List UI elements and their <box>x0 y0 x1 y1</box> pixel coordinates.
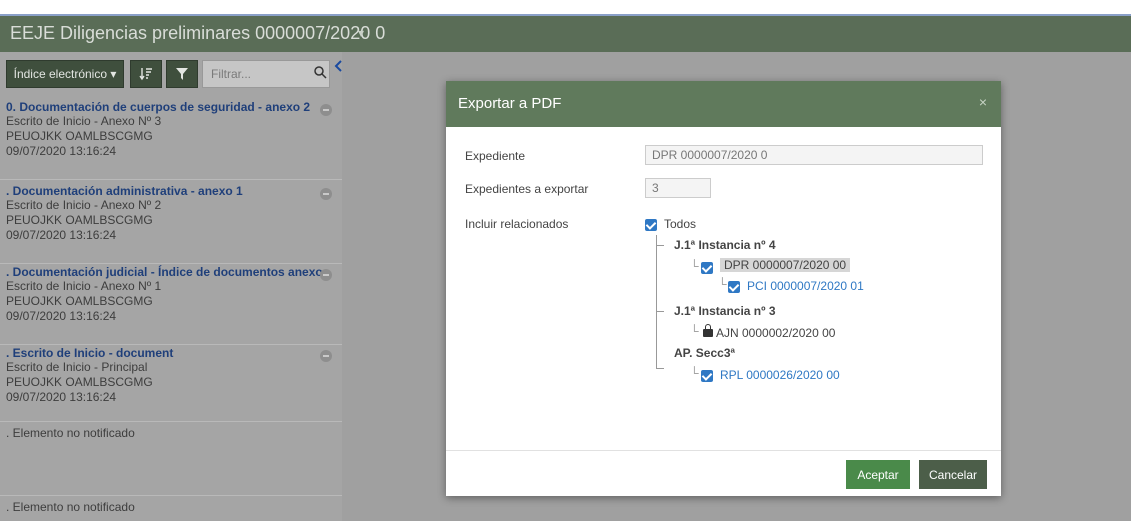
pci-checkbox[interactable] <box>728 281 740 293</box>
document-subtitle: Escrito de Inicio - Anexo Nº 1 <box>6 279 162 293</box>
search-icon[interactable] <box>314 66 327 79</box>
remove-icon[interactable] <box>320 269 332 281</box>
document-title: . Documentación judicial - Índice de doc… <box>6 265 330 279</box>
close-icon[interactable]: × <box>979 94 987 110</box>
all-label: Todos <box>664 217 697 231</box>
export-pdf-dialog: Exportar a PDF × Expediente DPR 0000007/… <box>446 81 1001 496</box>
document-date: 09/07/2020 13:16:24 <box>6 228 117 242</box>
remove-icon[interactable] <box>320 188 332 200</box>
document-date: 09/07/2020 13:16:24 <box>6 144 117 158</box>
document-subtitle: Escrito de Inicio - Principal <box>6 360 148 374</box>
rpl-checkbox[interactable] <box>701 370 713 382</box>
filter-icon <box>176 68 188 80</box>
tree-branch: └ <box>690 324 699 338</box>
chevron-left-icon[interactable] <box>334 60 342 72</box>
tree-branch: └ <box>718 277 727 291</box>
document-subtitle: Escrito de Inicio - Anexo Nº 2 <box>6 198 162 212</box>
document-item[interactable]: . Documentación judicial - Índice de doc… <box>0 265 342 345</box>
tree-connector <box>656 368 664 369</box>
document-status: . Elemento no notificado <box>6 500 135 514</box>
tree-connector <box>656 235 657 369</box>
document-author: PEUOJKK OAMLBSCGMG <box>6 213 153 227</box>
accept-button[interactable]: Aceptar <box>846 460 910 489</box>
remove-icon[interactable] <box>320 104 332 116</box>
dpr-checkbox[interactable] <box>701 262 713 274</box>
case-node-dpr[interactable]: DPR 0000007/2020 00 <box>720 258 851 272</box>
all-checkbox[interactable] <box>645 219 657 231</box>
document-item[interactable]: . Escrito de Inicio - document Escrito d… <box>0 346 342 422</box>
dialog-title: Exportar a PDF <box>458 95 562 112</box>
case-node-ajn: AJN 0000002/2020 00 <box>716 326 836 340</box>
document-author: PEUOJKK OAMLBSCGMG <box>6 375 153 389</box>
case-node-rpl[interactable]: RPL 0000026/2020 00 <box>720 368 840 382</box>
document-date: 09/07/2020 13:16:24 <box>6 309 117 323</box>
tree-branch: └ <box>690 366 699 380</box>
document-index-panel: Índice electrónico ▾ Filtrar... 0. Docum… <box>0 52 342 521</box>
document-item[interactable]: 0. Documentación de cuerpos de seguridad… <box>0 100 342 180</box>
export-count-field: 3 <box>645 178 711 198</box>
case-node-pci[interactable]: PCI 0000007/2020 01 <box>747 279 864 293</box>
lock-icon <box>703 324 713 337</box>
court-node: J.1ª Instancia nº 4 <box>674 238 776 252</box>
expediente-field: DPR 0000007/2020 0 <box>645 145 983 165</box>
electronic-index-button[interactable]: Índice electrónico ▾ <box>6 60 124 88</box>
court-node: J.1ª Instancia nº 3 <box>674 304 776 318</box>
tree-connector <box>656 245 664 246</box>
dialog-footer: Aceptar Cancelar <box>446 451 1001 496</box>
document-item[interactable]: . Documentación administrativa - anexo 1… <box>0 184 342 264</box>
title-bar: EEJE Diligencias preliminares 0000007/20… <box>0 14 1131 52</box>
sort-icon <box>139 68 152 81</box>
document-date: 09/07/2020 13:16:24 <box>6 390 117 404</box>
document-title: 0. Documentación de cuerpos de seguridad… <box>6 100 311 114</box>
court-node: AP. Secc3ª <box>674 346 735 360</box>
page-title: EEJE Diligencias preliminares 0000007/20… <box>10 23 386 43</box>
expediente-label: Expediente <box>465 149 526 163</box>
include-related-label: Incluir relacionados <box>465 217 569 231</box>
document-author: PEUOJKK OAMLBSCGMG <box>6 294 153 308</box>
document-subtitle: Escrito de Inicio - Anexo Nº 3 <box>6 114 162 128</box>
tree-connector <box>656 311 664 312</box>
filter-input[interactable]: Filtrar... <box>202 60 330 88</box>
tree-branch: └ <box>690 259 699 273</box>
filter-button[interactable] <box>166 60 198 88</box>
cancel-button[interactable]: Cancelar <box>919 460 987 489</box>
document-item[interactable]: . Elemento no notificado <box>0 500 342 521</box>
remove-icon[interactable] <box>320 350 332 362</box>
dialog-body: Expediente DPR 0000007/2020 0 Expediente… <box>446 127 1001 451</box>
export-count-label: Expedientes a exportar <box>465 182 589 196</box>
document-author: PEUOJKK OAMLBSCGMG <box>6 129 153 143</box>
document-status: . Elemento no notificado <box>6 426 135 440</box>
document-title: . Escrito de Inicio - document <box>6 346 174 360</box>
document-item[interactable]: . Elemento no notificado <box>0 426 342 496</box>
title-dropdown-icon[interactable]: ▾ <box>358 26 364 40</box>
dialog-header: Exportar a PDF × <box>446 81 1001 127</box>
sort-button[interactable] <box>130 60 162 88</box>
top-strip <box>0 0 1131 14</box>
index-toolbar: Índice electrónico ▾ Filtrar... <box>6 60 342 88</box>
document-title: . Documentación administrativa - anexo 1 <box>6 184 243 198</box>
